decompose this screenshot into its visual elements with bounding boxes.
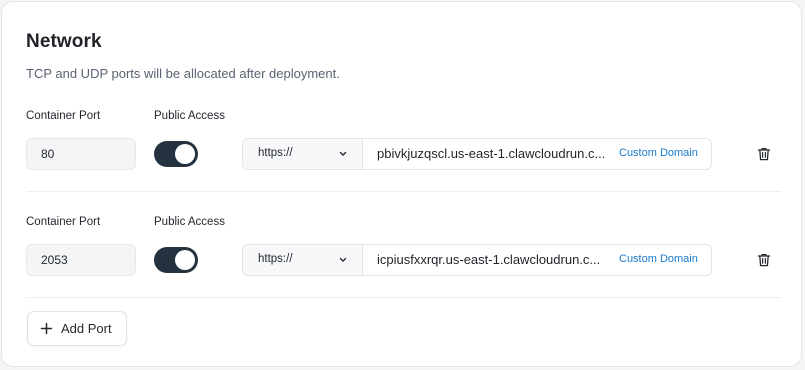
public-access-toggle[interactable] <box>154 141 198 167</box>
toggle-knob <box>175 250 195 270</box>
container-port-input[interactable]: 2053 <box>26 244 136 276</box>
row-divider <box>26 191 781 192</box>
container-port-label: Container Port <box>26 216 101 228</box>
plus-icon <box>40 322 53 335</box>
public-access-toggle[interactable] <box>154 247 198 273</box>
section-title: Network <box>26 31 102 52</box>
protocol-select[interactable]: https:// <box>243 245 363 275</box>
protocol-select[interactable]: https:// <box>243 139 363 169</box>
custom-domain-link[interactable]: Custom Domain <box>619 147 698 159</box>
chevron-down-icon <box>339 151 347 156</box>
public-domain-text: icpiusfxxrqr.us-east-1.clawcloudrun.c... <box>377 252 601 267</box>
protocol-value: https:// <box>258 253 293 265</box>
protocol-value: https:// <box>258 147 293 159</box>
row-divider <box>26 297 781 298</box>
add-port-label: Add Port <box>61 321 112 336</box>
domain-input-group: https:// icpiusfxxrqr.us-east-1.clawclou… <box>242 244 712 276</box>
public-access-label: Public Access <box>154 216 225 228</box>
port-row: Container Port Public Access 80 https://… <box>2 110 803 190</box>
trash-icon[interactable] <box>756 252 772 268</box>
domain-input-group: https:// pbivkjuzqscl.us-east-1.clawclou… <box>242 138 712 170</box>
public-domain-text: pbivkjuzqscl.us-east-1.clawcloudrun.c... <box>377 146 606 161</box>
network-card: Network TCP and UDP ports will be alloca… <box>1 1 802 367</box>
trash-icon[interactable] <box>756 146 772 162</box>
section-subtitle: TCP and UDP ports will be allocated afte… <box>26 66 340 81</box>
add-port-button[interactable]: Add Port <box>27 311 127 346</box>
container-port-input[interactable]: 80 <box>26 138 136 170</box>
toggle-knob <box>175 144 195 164</box>
custom-domain-link[interactable]: Custom Domain <box>619 253 698 265</box>
port-row: Container Port Public Access 2053 https:… <box>2 216 803 296</box>
container-port-label: Container Port <box>26 110 101 122</box>
chevron-down-icon <box>339 257 347 262</box>
public-access-label: Public Access <box>154 110 225 122</box>
